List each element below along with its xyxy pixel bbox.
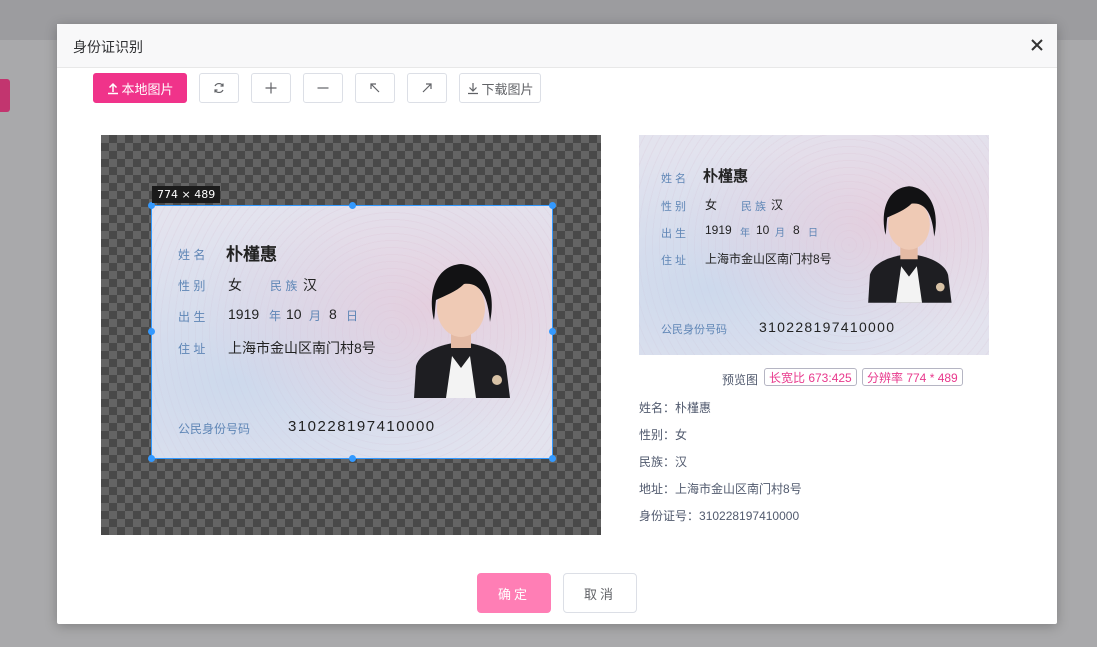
card-birth-day: 8	[329, 306, 337, 322]
cancel-button[interactable]: 取消	[563, 573, 637, 613]
result-gender-value: 女	[675, 428, 688, 442]
result-address-row: 地址：上海市金山区南门村8号	[639, 480, 802, 497]
portrait-photo	[400, 256, 522, 398]
crop-handle-s[interactable]	[349, 455, 356, 462]
preview-birth-year: 1919	[705, 223, 732, 237]
result-name-row: 姓名：朴槿惠	[639, 399, 711, 416]
card-address: 上海市金山区南门村8号	[228, 340, 376, 356]
result-name-value: 朴槿惠	[675, 401, 712, 415]
upload-button-label: 本地图片	[121, 81, 174, 97]
preview-ethnicity: 汉	[771, 198, 784, 212]
dialog-header: 身份证识别	[57, 24, 1057, 68]
card-day-char: 日	[346, 309, 359, 323]
card-birth-year: 1919	[228, 306, 260, 322]
result-address-label: 地址：	[639, 482, 676, 496]
result-ethnicity-row: 民族：汉	[639, 453, 687, 470]
dialog-title: 身份证识别	[73, 39, 143, 55]
preview-birth-day: 8	[793, 223, 800, 237]
card-birth-label: 出 生	[178, 310, 206, 324]
card-ethnicity-label: 民 族	[270, 279, 298, 293]
rotate-left-button[interactable]	[355, 73, 395, 103]
card-birth-month: 10	[286, 306, 302, 322]
preview-portrait-photo	[856, 179, 962, 303]
confirm-button[interactable]: 确定	[477, 573, 551, 613]
crop-handle-sw[interactable]	[148, 455, 155, 462]
card-gender: 女	[228, 277, 242, 293]
card-gender-label: 性 别	[178, 279, 206, 293]
card-address-label: 住 址	[178, 342, 206, 356]
arrow-up-right-icon	[420, 81, 434, 95]
preview-name-label: 姓 名	[661, 173, 687, 185]
aspect-ratio-tag: 长宽比 673:425	[764, 368, 857, 386]
card-month-char: 月	[309, 309, 322, 323]
download-button-label: 下载图片	[481, 81, 534, 97]
crop-handle-ne[interactable]	[549, 202, 556, 209]
download-image-button[interactable]: 下载图片	[459, 73, 541, 103]
confirm-button-label: 确定	[497, 586, 530, 602]
result-id-label: 身份证号：	[639, 509, 700, 523]
rotate-right-button[interactable]	[407, 73, 447, 103]
result-address-value: 上海市金山区南门村8号	[675, 482, 802, 496]
crop-box[interactable]: 姓 名 朴槿惠 性 别 女 民 族 汉 出 生 1919 年 10 月 8 日 …	[151, 205, 553, 459]
card-year-char: 年	[269, 309, 282, 323]
zoom-out-button[interactable]	[303, 73, 343, 103]
id-recognition-dialog: 身份证识别 本地图片 下载图片 姓 名 朴槿惠 性 别 女 民 族 汉 出 生 …	[57, 24, 1057, 624]
result-gender-row: 性别：女	[639, 426, 687, 443]
preview-image: 姓 名 朴槿惠 性 别 女 民 族 汉 出 生 1919 年 10 月 8 日 …	[639, 135, 989, 355]
preview-birth-month: 10	[756, 223, 770, 237]
result-id-row: 身份证号：310228197410000	[639, 507, 799, 524]
upload-local-image-button[interactable]: 本地图片	[93, 73, 187, 103]
preview-ethnicity-label: 民 族	[741, 201, 767, 213]
crop-handle-w[interactable]	[148, 328, 155, 335]
preview-address-label: 住 址	[661, 255, 687, 267]
download-icon	[466, 81, 480, 95]
preview-year-char: 年	[740, 228, 750, 239]
result-name-label: 姓名：	[639, 401, 676, 415]
result-ethnicity-value: 汉	[675, 455, 688, 469]
card-id-number: 310228197410000	[288, 418, 436, 435]
cancel-button-label: 取消	[583, 586, 616, 602]
zoom-in-button[interactable]	[251, 73, 291, 103]
image-cropper[interactable]: 姓 名 朴槿惠 性 别 女 民 族 汉 出 生 1919 年 10 月 8 日 …	[101, 135, 601, 535]
plus-icon	[264, 81, 278, 95]
preview-day-char: 日	[808, 228, 818, 239]
preview-id-card: 姓 名 朴槿惠 性 别 女 民 族 汉 出 生 1919 年 10 月 8 日 …	[639, 135, 989, 355]
preview-name: 朴槿惠	[703, 168, 749, 185]
preview-caption: 预览图	[722, 373, 759, 387]
preview-address: 上海市金山区南门村8号	[705, 252, 832, 266]
preview-id-label: 公民身份号码	[661, 324, 727, 336]
result-ethnicity-label: 民族：	[639, 455, 676, 469]
side-tab[interactable]	[0, 79, 10, 112]
card-name-label: 姓 名	[178, 248, 206, 262]
crop-size-label: 774 × 489	[152, 186, 221, 203]
card-name: 朴槿惠	[226, 245, 277, 264]
crop-handle-se[interactable]	[549, 455, 556, 462]
close-icon[interactable]	[1027, 35, 1047, 55]
preview-gender: 女	[705, 198, 718, 212]
id-card-image: 姓 名 朴槿惠 性 别 女 民 族 汉 出 生 1919 年 10 月 8 日 …	[152, 206, 552, 458]
minus-icon	[316, 81, 330, 95]
result-id-value: 310228197410000	[699, 509, 800, 523]
crop-handle-nw[interactable]	[148, 202, 155, 209]
arrow-up-left-icon	[368, 81, 382, 95]
resolution-tag: 分辨率 774 * 489	[862, 368, 963, 386]
preview-birth-label: 出 生	[661, 228, 687, 240]
preview-gender-label: 性 别	[661, 201, 687, 213]
refresh-icon	[212, 81, 226, 95]
preview-month-char: 月	[775, 228, 785, 239]
upload-icon	[106, 81, 120, 95]
crop-handle-n[interactable]	[349, 202, 356, 209]
result-gender-label: 性别：	[639, 428, 676, 442]
card-id-label: 公民身份号码	[178, 422, 251, 436]
preview-id-number: 310228197410000	[759, 319, 896, 335]
refresh-button[interactable]	[199, 73, 239, 103]
card-ethnicity: 汉	[303, 277, 317, 293]
crop-handle-e[interactable]	[549, 328, 556, 335]
